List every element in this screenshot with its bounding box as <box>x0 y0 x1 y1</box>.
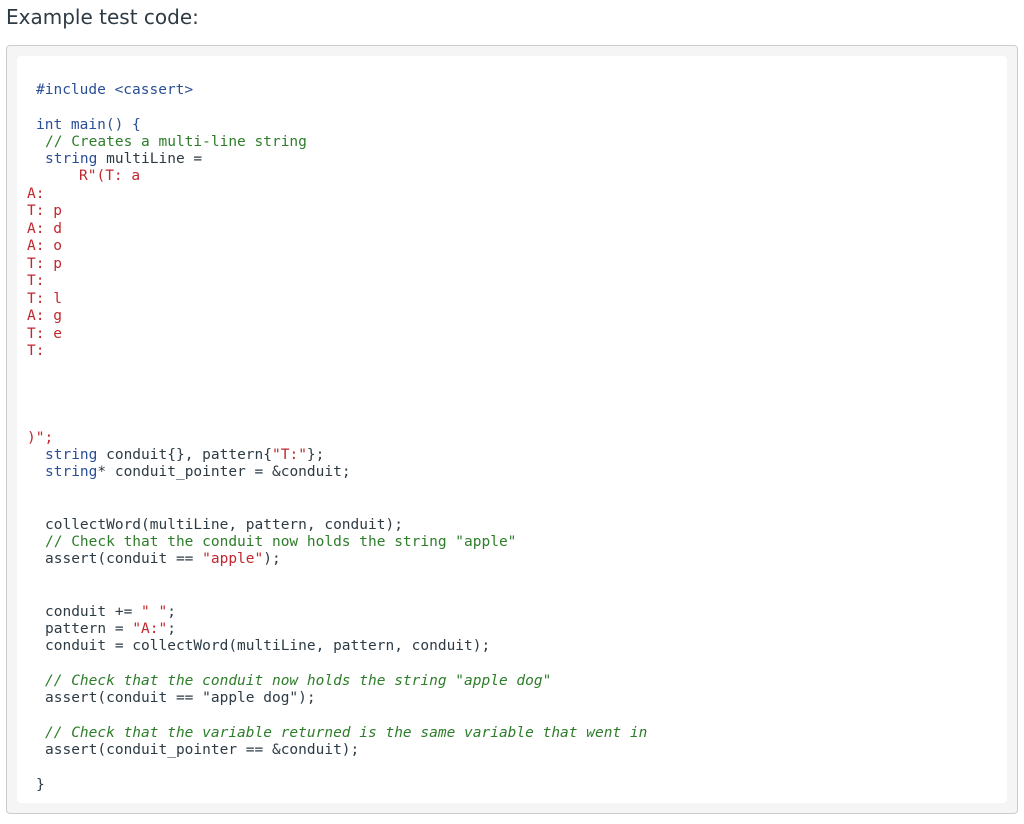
string-literal: "A:" <box>132 621 168 637</box>
raw-line: T: p <box>27 203 62 219</box>
type-keyword: string <box>45 464 98 480</box>
append-post: ; <box>167 604 176 620</box>
code-raw-string-start: R"(T: a <box>79 168 141 184</box>
code-line-collect-2: conduit = collectWord(multiLine, pattern… <box>45 638 491 654</box>
code-line-assert-3: assert(conduit_pointer == &conduit); <box>45 742 360 758</box>
type-keyword: string <box>45 447 98 463</box>
code-line-collect-1: collectWord(multiLine, pattern, conduit)… <box>45 517 403 533</box>
decl-mid: conduit{}, pattern{ <box>97 447 272 463</box>
raw-line: T: l <box>27 291 62 307</box>
code-line-assert-2: assert(conduit == "apple dog"); <box>45 690 316 706</box>
code-line-conduit-decl: string conduit{}, pattern{"T:"}; <box>45 447 324 464</box>
code-line-pointer-decl: string* conduit_pointer = &conduit; <box>45 464 351 481</box>
code-raw-string-end: )"; <box>27 430 54 446</box>
string-literal: "apple" <box>202 551 264 567</box>
decl-rest: * conduit_pointer = &conduit; <box>97 464 351 480</box>
code-line-main-signature: int main() { <box>36 117 141 133</box>
raw-line: T: <box>27 273 45 289</box>
code-close-brace: } <box>36 777 45 793</box>
raw-line: T: p <box>27 256 62 272</box>
code-line-assert-1: assert(conduit == "apple"); <box>45 551 281 568</box>
assert-post: ); <box>263 551 281 567</box>
code-comment-create: // Creates a multi-line string <box>45 134 307 150</box>
code-line-pattern-assign: pattern = "A:"; <box>45 621 176 638</box>
raw-line: A: <box>27 186 45 202</box>
code-comment-check-3: // Check that the variable returned is t… <box>45 725 648 741</box>
section-heading: Example test code: <box>6 5 199 29</box>
append-pre: conduit += <box>45 604 142 620</box>
raw-line: T: <box>27 343 45 359</box>
code-line-multiline-decl: string multiLine = <box>45 151 202 168</box>
string-literal: " " <box>141 604 168 620</box>
assert-pre: assert(conduit == <box>45 551 203 567</box>
raw-line: A: o <box>27 238 62 254</box>
code-comment-check-2: // Check that the conduit now holds the … <box>45 673 552 689</box>
string-literal: "T:" <box>272 447 307 463</box>
pattern-post: ; <box>167 621 176 637</box>
code-line-append: conduit += " "; <box>45 604 176 621</box>
type-keyword: string <box>45 151 98 167</box>
pattern-pre: pattern = <box>45 621 133 637</box>
raw-line: A: g <box>27 308 62 324</box>
code-line-include: #include <cassert> <box>36 82 194 98</box>
code-block-container: #include <cassert> int main() { // Creat… <box>6 45 1018 814</box>
decl-end: }; <box>306 447 325 463</box>
code-comment-check-1: // Check that the conduit now holds the … <box>45 534 517 550</box>
decl-rest: multiLine = <box>97 151 203 167</box>
code-block: #include <cassert> int main() { // Creat… <box>17 56 1007 803</box>
raw-line: A: d <box>27 221 62 237</box>
raw-line: T: e <box>27 326 62 342</box>
